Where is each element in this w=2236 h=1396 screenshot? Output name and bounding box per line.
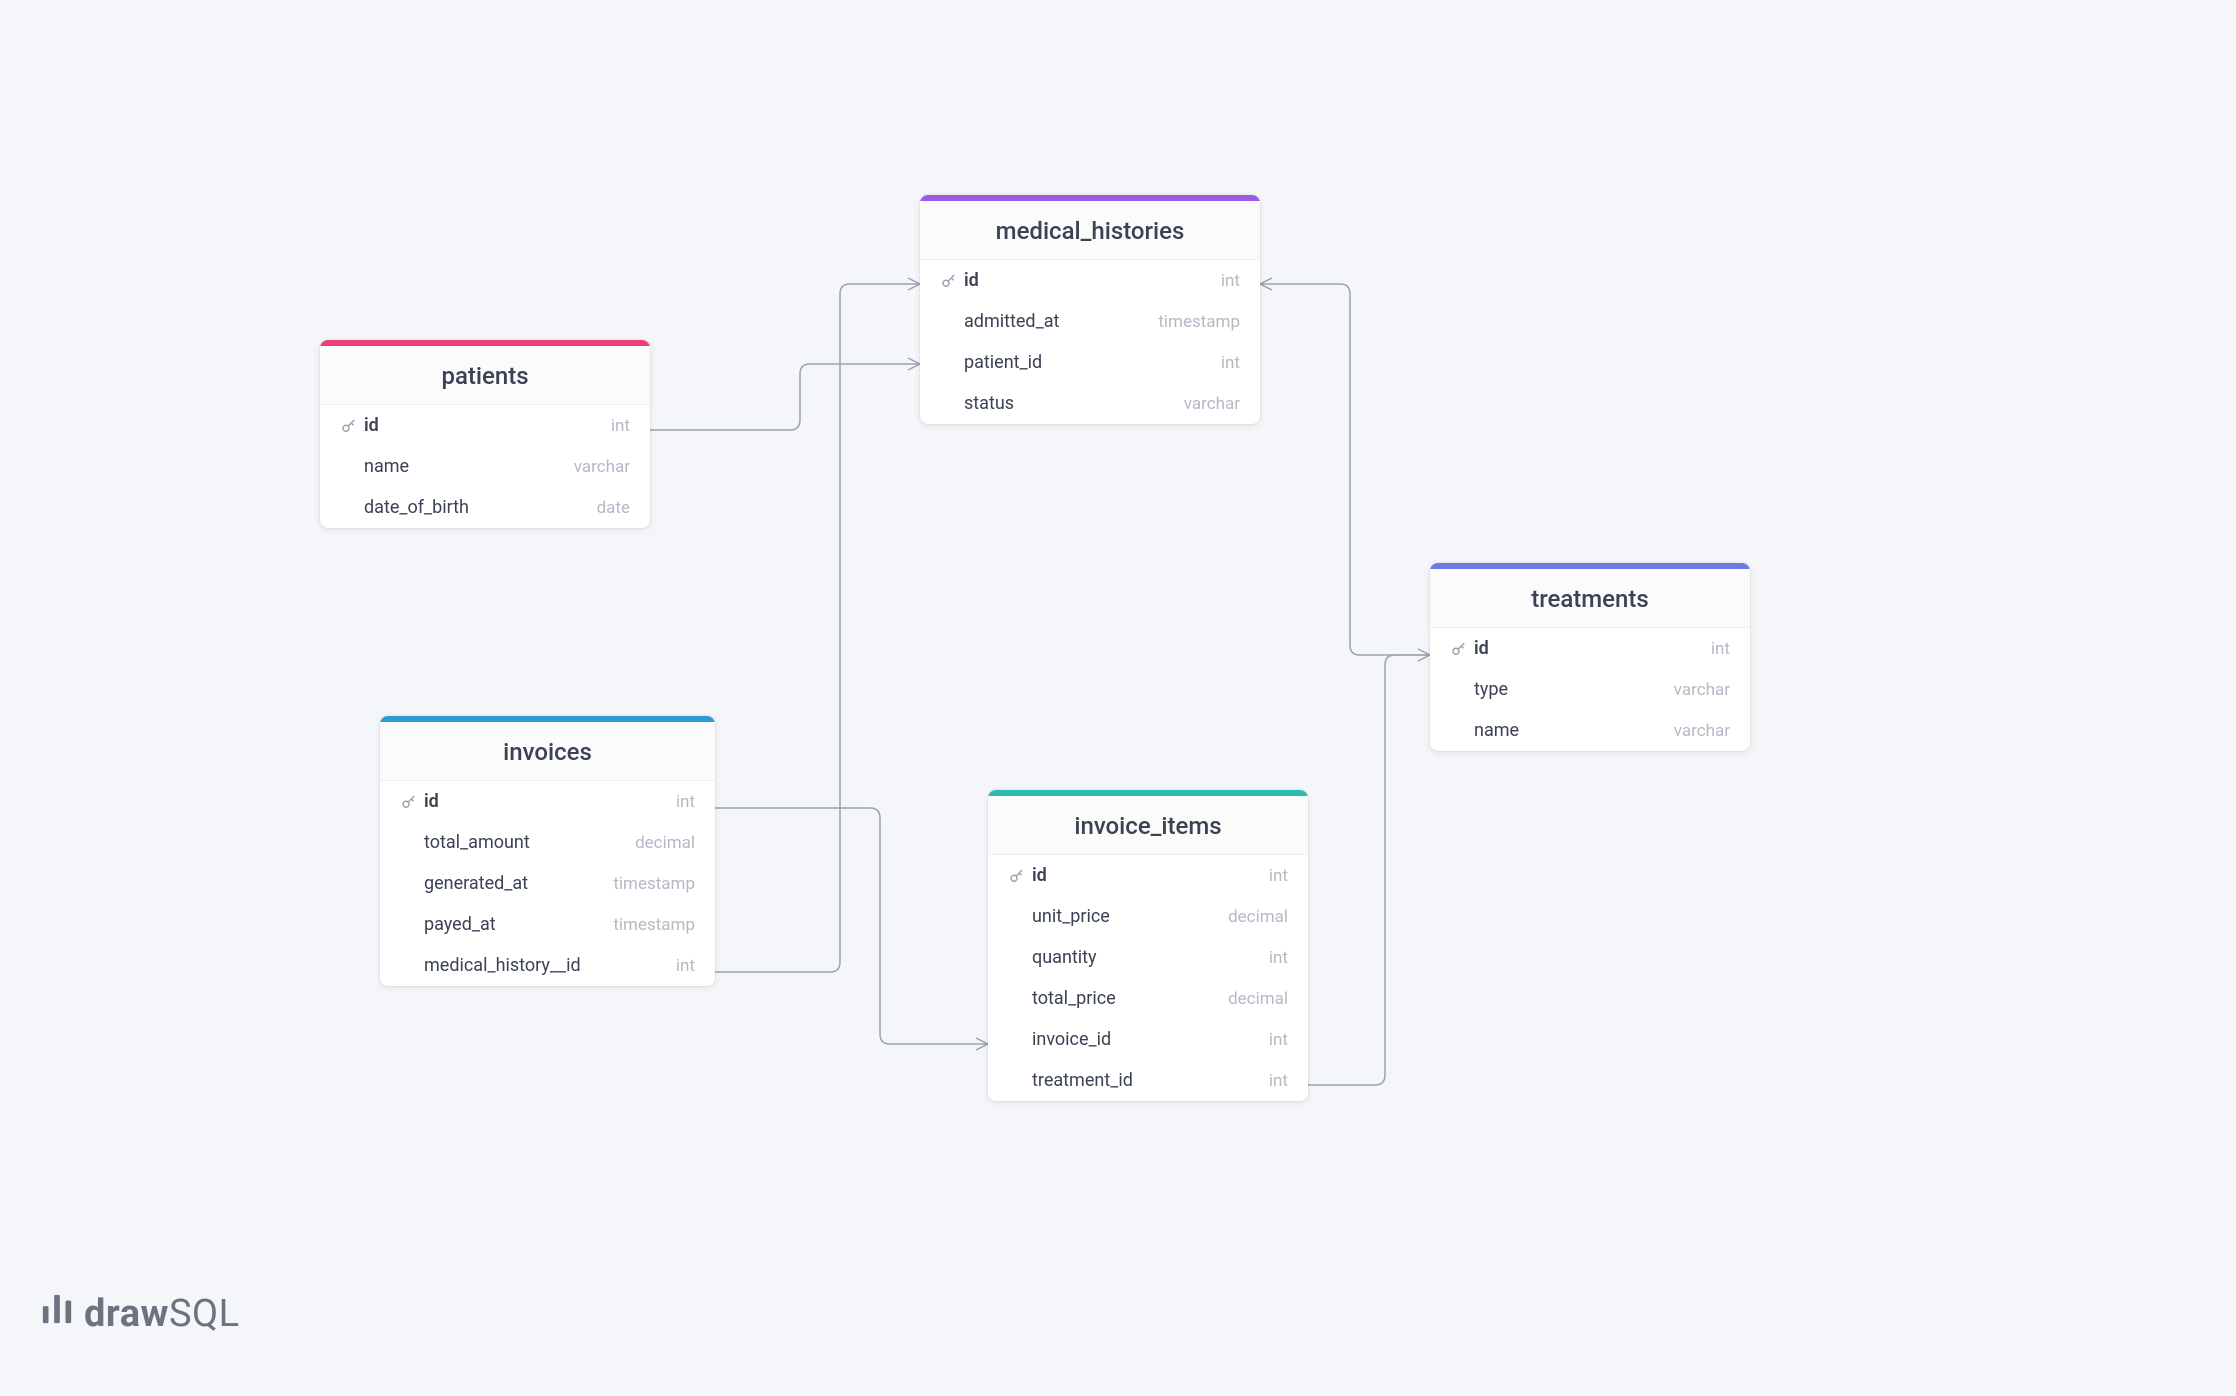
column-type: decimal [1228, 989, 1288, 1009]
key-icon [1450, 640, 1468, 658]
column-type: varchar [1674, 680, 1730, 700]
table-rows: idinttotal_amountdecimalgenerated_attime… [380, 781, 715, 986]
column-name: patient_id [964, 352, 1042, 373]
column-type: int [1269, 1071, 1288, 1091]
table-title: invoice_items [988, 796, 1308, 855]
table-column[interactable]: name varchar [320, 446, 650, 487]
table-column[interactable]: admitted_at timestamp [920, 301, 1260, 342]
column-type: varchar [574, 457, 630, 477]
table-rows: id int type varchar name varchar [1430, 628, 1750, 751]
column-name: type [1474, 679, 1508, 700]
table-column[interactable]: status varchar [920, 383, 1260, 424]
column-type: decimal [1228, 907, 1288, 927]
table-title: patients [320, 346, 650, 405]
diagram-canvas[interactable]: patientsidintnamevarchardate_of_birthdat… [0, 0, 2236, 1396]
column-name: id [964, 270, 979, 291]
table-column[interactable]: patient_id int [920, 342, 1260, 383]
column-name: generated_at [424, 873, 528, 894]
table-column[interactable]: total_amount decimal [380, 822, 715, 863]
table-column[interactable]: unit_price decimal [988, 896, 1308, 937]
column-name: total_amount [424, 832, 530, 853]
column-type: decimal [635, 833, 695, 853]
column-name: name [364, 456, 409, 477]
table-column[interactable]: type varchar [1430, 669, 1750, 710]
column-type: int [1269, 866, 1288, 886]
column-type: int [1221, 353, 1240, 373]
column-name: medical_history__id [424, 955, 581, 976]
column-name: invoice_id [1032, 1029, 1111, 1050]
column-name: status [964, 393, 1014, 414]
table-title: medical_histories [920, 201, 1260, 260]
column-name: payed_at [424, 914, 496, 935]
key-icon [340, 417, 358, 435]
column-type: int [676, 956, 695, 976]
column-type: timestamp [613, 874, 695, 894]
logo: drawSQL [40, 1292, 240, 1336]
table-rows: id int admitted_at timestamp patient_id int st… [920, 260, 1260, 424]
column-type: int [1269, 1030, 1288, 1050]
column-name: id [1032, 865, 1047, 886]
column-type: timestamp [613, 915, 695, 935]
column-name: id [364, 415, 379, 436]
column-name: name [1474, 720, 1519, 741]
table-column[interactable]: id int [380, 781, 715, 822]
column-type: int [676, 792, 695, 812]
table-column[interactable]: medical_history__id int [380, 945, 715, 986]
table-rows: idintunit_pricedecimalquantityinttotal_p… [988, 855, 1308, 1101]
table-column[interactable]: id int [1430, 628, 1750, 669]
table-column[interactable]: generated_at timestamp [380, 863, 715, 904]
column-type: date [597, 498, 630, 518]
table-column[interactable]: id int [988, 855, 1308, 896]
table-column[interactable]: date_of_birth date [320, 487, 650, 528]
table-title: invoices [380, 722, 715, 781]
column-name: quantity [1032, 947, 1097, 968]
column-name: total_price [1032, 988, 1116, 1009]
table-column[interactable]: payed_at timestamp [380, 904, 715, 945]
key-icon [1008, 867, 1026, 885]
column-name: date_of_birth [364, 497, 469, 518]
column-name: admitted_at [964, 311, 1059, 332]
table-column[interactable]: treatment_id int [988, 1060, 1308, 1101]
table-column[interactable]: quantity int [988, 937, 1308, 978]
table-column[interactable]: id int [920, 260, 1260, 301]
key-icon [940, 272, 958, 290]
column-name: id [424, 791, 439, 812]
table-rows: id int name varchar date_of_birth date [320, 405, 650, 528]
column-name: unit_price [1032, 906, 1110, 927]
table-title: treatments [1430, 569, 1750, 628]
column-type: int [1269, 948, 1288, 968]
key-icon [400, 793, 418, 811]
table-medical_histories[interactable]: medical_historiesid int admitted_at timesta… [920, 195, 1260, 424]
table-column[interactable]: invoice_id int [988, 1019, 1308, 1060]
column-name: id [1474, 638, 1489, 659]
column-type: varchar [1674, 721, 1730, 741]
table-invoices[interactable]: invoices id int total_amount decimal generate… [380, 716, 715, 986]
table-patients[interactable]: patientsidintnamevarchardate_of_birthdat… [320, 340, 650, 528]
logo-icon [40, 1292, 74, 1326]
table-column[interactable]: id int [320, 405, 650, 446]
column-type: int [1221, 271, 1240, 291]
table-column[interactable]: name varchar [1430, 710, 1750, 751]
column-type: int [611, 416, 630, 436]
table-invoice_items[interactable]: invoice_itemsidintunit_pricedecimalquant… [988, 790, 1308, 1101]
column-name: treatment_id [1032, 1070, 1133, 1091]
logo-text: drawSQL [84, 1292, 240, 1336]
table-column[interactable]: total_price decimal [988, 978, 1308, 1019]
column-type: timestamp [1158, 312, 1240, 332]
table-treatments[interactable]: treatments id int type varchar name varchar [1430, 563, 1750, 751]
column-type: varchar [1184, 394, 1240, 414]
column-type: int [1711, 639, 1730, 659]
